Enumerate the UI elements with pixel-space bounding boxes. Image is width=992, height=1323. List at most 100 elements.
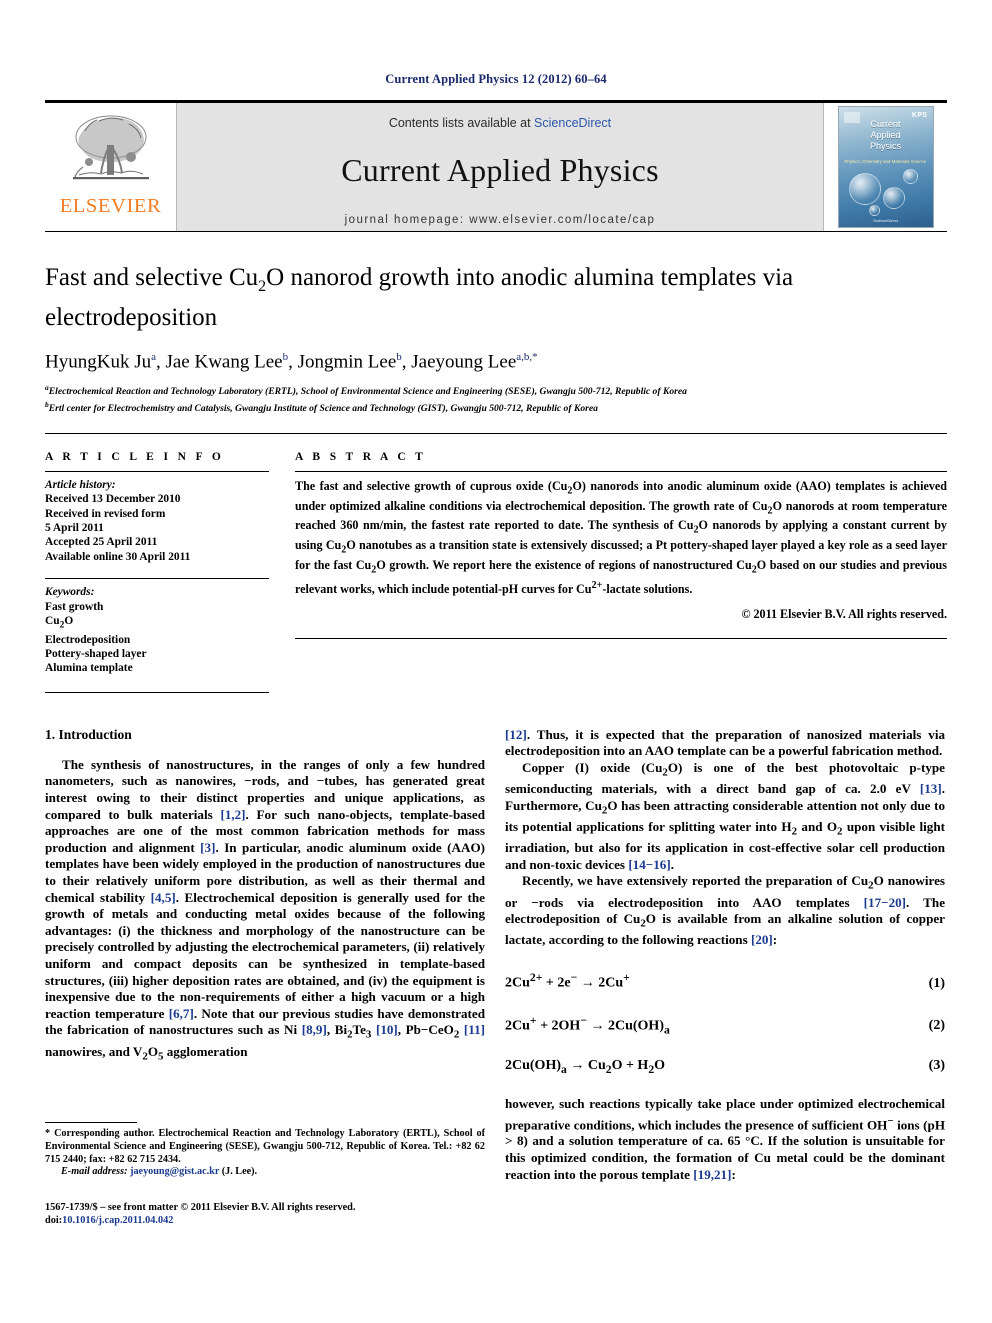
issn-line: 1567-1739/$ – see front matter © 2011 El… <box>45 1201 356 1213</box>
footnote-rule <box>45 1122 137 1124</box>
elsevier-wordmark: ELSEVIER <box>59 195 162 217</box>
citation-ref[interactable]: [17−20] <box>864 895 906 910</box>
paragraph: The synthesis of nanostructures, in the … <box>45 756 486 1063</box>
cover-publisher-foot: ScienceDirect <box>873 218 898 223</box>
article-history-label: Article history: <box>45 478 116 491</box>
elsevier-logo: ELSEVIER <box>45 103 176 231</box>
citation-ref[interactable]: [20] <box>751 932 773 947</box>
equation-body: 2Cu2+ + 2e− → 2Cu+ <box>505 971 630 991</box>
abstract-text: The fast and selective growth of cuprous… <box>295 478 947 596</box>
citation-ref[interactable]: [11] <box>464 1022 485 1037</box>
running-head: Current Applied Physics 12 (2012) 60–64 <box>385 72 607 86</box>
citation-ref[interactable]: [1,2] <box>220 807 245 822</box>
abstract-bottom-rule <box>295 638 947 640</box>
paper-page: Current Applied Physics 12 (2012) 60–64 <box>0 0 992 1323</box>
cover-bubble <box>848 173 881 205</box>
author-name: Jae Kwang Lee <box>165 351 283 373</box>
abstract-rule <box>295 470 947 472</box>
citation-ref[interactable]: [3] <box>200 840 215 855</box>
author-name: Jongmin Lee <box>297 351 397 373</box>
citation-ref[interactable]: [14−16] <box>628 857 670 872</box>
doi-link[interactable]: 10.1016/j.cap.2011.04.042 <box>62 1215 173 1226</box>
cover-bubble <box>902 169 918 184</box>
keywords-top-rule <box>45 578 269 580</box>
right-column: [12]. Thus, it is expected that the prep… <box>505 727 945 1227</box>
footnote-area: * Corresponding author. Electrochemical … <box>45 1122 485 1226</box>
body-columns: 1. Introduction The synthesis of nanostr… <box>45 727 947 1227</box>
title-part-before: Fast and selective Cu <box>45 264 259 291</box>
cover-kps-logo: KPS <box>911 112 928 119</box>
citation-ref[interactable]: [19,21] <box>693 1167 731 1182</box>
journal-cover-thumbnail: KPS Current Applied Physics Physics, Che… <box>837 106 934 228</box>
article-info-rule <box>45 470 269 472</box>
citation-ref[interactable]: [6,7] <box>169 1006 194 1021</box>
keywords-bottom-rule <box>45 691 269 693</box>
history-item: Available online 30 April 2011 <box>45 550 191 563</box>
citation-ref[interactable]: [12] <box>505 727 527 742</box>
elsevier-tree-icon <box>72 115 149 180</box>
journal-title: Current Applied Physics <box>341 152 659 188</box>
abstract-heading: A B S T R A C T <box>295 450 427 463</box>
citation-ref[interactable]: [8,9] <box>302 1022 327 1037</box>
author-mark: b <box>396 351 402 363</box>
paragraph: [12]. Thus, it is expected that the prep… <box>505 726 945 759</box>
author-name: HyungKuk Ju <box>45 351 152 373</box>
journal-masthead: ELSEVIER Contents lists available at Sci… <box>45 100 947 231</box>
email-suffix: (J. Lee). <box>221 1166 258 1178</box>
author-list: HyungKuk Jua, Jae Kwang Leeb, Jongmin Le… <box>45 351 538 373</box>
cover-title-line3: Physics <box>869 141 901 151</box>
abstract-copyright: © 2011 Elsevier B.V. All rights reserved… <box>741 607 947 622</box>
history-item: Received 13 December 2010 <box>45 493 181 506</box>
citation-ref[interactable]: [13] <box>920 781 942 796</box>
equation-number: (3) <box>928 1058 945 1074</box>
citation-ref[interactable]: [10] <box>376 1022 398 1037</box>
article-history: Article history: Received 13 December 20… <box>45 478 269 564</box>
journal-homepage-line[interactable]: journal homepage: www.elsevier.com/locat… <box>177 214 823 226</box>
page-title: Fast and selective Cu2O nanorod growth i… <box>45 262 947 333</box>
equation-2: 2Cu+ + 2OH− → 2Cu(OH)a (2) <box>505 1014 945 1036</box>
equation-1: 2Cu2+ + 2e− → 2Cu+ (1) <box>505 971 945 992</box>
cover-subtitle: Physics, Chemistry and Materials Science <box>844 159 927 164</box>
equation-number: (2) <box>928 1018 945 1034</box>
affiliation-text: Ertl center for Electrochemistry and Cat… <box>48 403 598 415</box>
paragraph: however, such reactions typically take p… <box>505 1095 946 1182</box>
doi-prefix: doi: <box>45 1214 63 1226</box>
email-label: E-mail address: <box>61 1166 128 1178</box>
sciencedirect-link[interactable]: ScienceDirect <box>534 116 611 130</box>
issn-footer: 1567-1739/$ – see front matter © 2011 El… <box>45 1201 485 1227</box>
paragraph: Recently, we have extensively reported t… <box>505 873 946 948</box>
cover-title: Current Applied Physics <box>839 119 933 152</box>
citation-ref[interactable]: [4,5] <box>151 890 176 905</box>
corresponding-author-note: * Corresponding author. Electrochemical … <box>45 1128 485 1178</box>
footnote-text: * Corresponding author. Electrochemical … <box>45 1128 485 1165</box>
section-heading-introduction: 1. Introduction <box>45 726 132 742</box>
affiliation-item: bErtl center for Electrochemistry and Ca… <box>45 399 947 416</box>
article-info-column: A R T I C L E I N F O Article history: R… <box>45 451 295 693</box>
left-column: 1. Introduction The synthesis of nanostr… <box>45 727 485 1227</box>
masthead-bottom-rule <box>45 231 947 232</box>
affiliation-list: aElectrochemical Reaction and Technology… <box>45 382 947 415</box>
keyword-list: Keywords: Fast growth Cu2O Electrodeposi… <box>45 585 269 676</box>
keyword-item: Electrodeposition <box>45 633 131 646</box>
email-link[interactable]: jaeyoung@gist.ac.kr <box>130 1166 219 1177</box>
history-item: 5 April 2011 <box>45 521 104 534</box>
contents-list-line: Contents lists available at ScienceDirec… <box>177 116 823 130</box>
author-mark: a,b,* <box>516 351 538 363</box>
title-subscript: 2 <box>258 278 267 295</box>
equation-3: 2Cu(OH)a → Cu2O + H2O (3) <box>505 1058 945 1076</box>
history-item: Accepted 25 April 2011 <box>45 536 158 549</box>
cover-title-line2: Applied <box>870 130 901 140</box>
keyword-item: Cu2O <box>45 614 74 631</box>
author-mark: a <box>151 351 156 363</box>
keyword-item: Pottery-shaped layer <box>45 648 147 661</box>
abstract-column: A B S T R A C T The fast and selective g… <box>295 451 947 693</box>
journal-cover-block: KPS Current Applied Physics Physics, Che… <box>824 103 947 231</box>
paragraph: Copper (I) oxide (Cu2O) is one of the be… <box>505 760 946 872</box>
affiliation-text: Electrochemical Reaction and Technology … <box>48 386 687 398</box>
equation-body: 2Cu(OH)a → Cu2O + H2O <box>505 1058 666 1076</box>
keywords-label: Keywords: <box>45 586 95 599</box>
cover-bubble <box>868 205 880 216</box>
affiliation-item: aElectrochemical Reaction and Technology… <box>45 382 947 399</box>
equation-number: (1) <box>928 975 945 991</box>
keyword-item: Alumina template <box>45 662 133 675</box>
